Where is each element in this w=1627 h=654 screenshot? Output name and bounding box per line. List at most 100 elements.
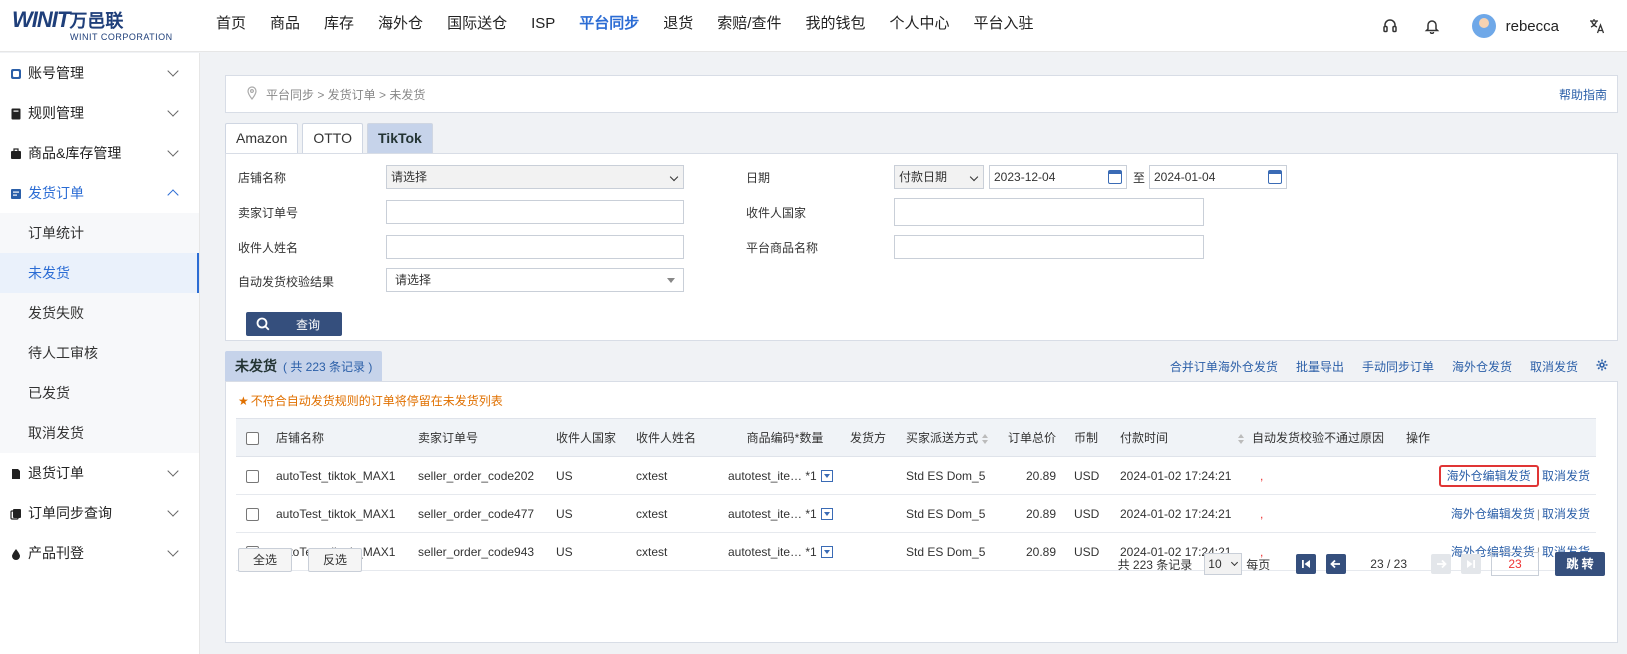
select-all-checkbox[interactable] [246, 431, 259, 445]
cell-reason: , [1248, 494, 1403, 533]
warehouse-ship-button[interactable]: 海外仓发货 [1452, 358, 1512, 375]
cell-country: US [552, 494, 632, 533]
first-page-button[interactable] [1296, 554, 1317, 574]
sidebar-group-label: 退货订单 [28, 465, 84, 481]
nav-profile[interactable]: 个人中心 [877, 0, 961, 52]
cancel-row-button[interactable]: 取消发货 [1542, 507, 1590, 521]
sidebar-group-label: 账号管理 [28, 65, 84, 81]
chevron-down-icon [1231, 558, 1239, 567]
cell-name: cxtest [632, 532, 724, 571]
cell-total: 20.89 [1004, 494, 1070, 533]
sidebar-group-rules[interactable]: 规则管理 [0, 93, 199, 133]
nav-platform-join[interactable]: 平台入驻 [962, 0, 1046, 52]
nav-wallet[interactable]: 我的钱包 [793, 0, 877, 52]
sidebar-item-ship-failed[interactable]: 发货失败 [0, 293, 199, 333]
invert-selection-button[interactable]: 反选 [308, 548, 362, 572]
nav-inventory[interactable]: 库存 [312, 0, 366, 52]
manual-sync-button[interactable]: 手动同步订单 [1362, 358, 1434, 375]
calendar-icon[interactable] [1268, 170, 1282, 184]
sort-icon[interactable] [1238, 433, 1245, 444]
cell-shipper [846, 456, 902, 495]
sort-icon[interactable] [982, 433, 989, 444]
tab-tiktok[interactable]: TikTok [367, 123, 433, 153]
nav-products[interactable]: 商品 [258, 0, 312, 52]
separator: | [1536, 507, 1540, 521]
expand-icon[interactable] [820, 508, 833, 521]
date-from-input[interactable]: 2023-12-04 [989, 165, 1127, 189]
tab-otto[interactable]: OTTO [302, 123, 363, 153]
chevron-down-icon [167, 145, 179, 157]
col-operations: 操作 [1402, 418, 1596, 457]
nav-home[interactable]: 首页 [204, 0, 258, 52]
page-jump-input[interactable]: 23 [1491, 552, 1539, 576]
translate-icon[interactable] [1587, 16, 1607, 36]
account-icon [10, 67, 22, 79]
sidebar-group-order-sync[interactable]: 订单同步查询 [0, 493, 199, 533]
receiver-name-input[interactable] [386, 235, 684, 259]
tab-amazon[interactable]: Amazon [225, 123, 299, 153]
bell-icon[interactable] [1422, 16, 1442, 36]
country-input[interactable] [894, 198, 1204, 226]
logo-text: WINIT [12, 7, 70, 32]
date-to-input[interactable]: 2024-01-04 [1149, 165, 1287, 189]
col-sku-qty: 商品编码*数量 [724, 418, 846, 457]
headset-icon[interactable] [1380, 16, 1400, 36]
edit-ship-button[interactable]: 海外仓编辑发货 [1451, 507, 1535, 521]
sidebar-item-order-stats[interactable]: 订单统计 [0, 213, 199, 253]
platform-product-input[interactable] [894, 235, 1204, 259]
edit-ship-button[interactable]: 海外仓编辑发货 [1438, 465, 1539, 487]
sidebar-item-unshipped[interactable]: 未发货 [0, 253, 199, 293]
gear-icon[interactable] [1596, 359, 1608, 374]
col-receiver-name: 收件人姓名 [632, 418, 724, 457]
last-page-button[interactable] [1461, 554, 1481, 574]
expand-icon[interactable] [820, 546, 833, 559]
search-button[interactable]: 查询 [246, 312, 342, 336]
cancel-row-button[interactable]: 取消发货 [1542, 469, 1590, 483]
help-link[interactable]: 帮助指南 [1559, 86, 1607, 103]
merge-ship-button[interactable]: 合并订单海外仓发货 [1170, 358, 1278, 375]
list-header: 未发货 ( 共 223 条记录 ) 合并订单海外仓发货 批量导出 手动同步订单 海… [225, 351, 1618, 381]
next-page-button[interactable] [1431, 554, 1451, 574]
nav-platform-sync[interactable]: 平台同步 [567, 0, 651, 52]
col-shipper: 发货方 [846, 418, 902, 457]
jump-button[interactable]: 跳 转 [1555, 552, 1605, 576]
sidebar-item-shipped[interactable]: 已发货 [0, 373, 199, 413]
batch-export-button[interactable]: 批量导出 [1296, 358, 1344, 375]
chevron-down-icon [969, 172, 979, 182]
date-type-select[interactable]: 付款日期 [894, 165, 984, 189]
row-checkbox[interactable] [246, 469, 259, 483]
col-paid-time[interactable]: 付款时间 [1106, 418, 1249, 457]
nav-intl-delivery[interactable]: 国际送仓 [435, 0, 519, 52]
sidebar-item-cancelled[interactable]: 取消发货 [0, 413, 199, 453]
page-size-select[interactable]: 10 [1204, 553, 1243, 575]
nav-returns[interactable]: 退货 [651, 0, 705, 52]
cell-currency: USD [1070, 456, 1106, 495]
seller-order-input[interactable] [386, 200, 684, 224]
prev-page-button[interactable] [1326, 554, 1347, 574]
select-all-button[interactable]: 全选 [238, 548, 292, 572]
list-title: 未发货 ( 共 223 条记录 ) [225, 351, 383, 381]
calendar-icon[interactable] [1108, 170, 1122, 184]
logo[interactable]: WINIT万邑联 WINIT CORPORATION [0, 0, 190, 52]
nav-overseas-warehouse[interactable]: 海外仓 [366, 0, 435, 52]
order-table: 店铺名称 卖家订单号 收件人国家 收件人姓名 商品编码*数量 发货方 买家派送方… [236, 418, 1596, 571]
auto-check-select[interactable]: 请选择 [386, 268, 684, 292]
expand-icon[interactable] [820, 470, 833, 483]
sidebar-group-products[interactable]: 商品&库存管理 [0, 133, 199, 173]
col-shipping-method[interactable]: 买家派送方式 [902, 418, 1004, 457]
nav-claims[interactable]: 索赔/查件 [705, 0, 793, 52]
sku-text: autotest_ite… [728, 506, 803, 521]
sidebar-group-orders[interactable]: 发货订单 [0, 173, 199, 213]
nav-isp[interactable]: ISP [519, 0, 567, 52]
sidebar-group-listing[interactable]: 产品刊登 [0, 533, 199, 573]
sidebar-group-return-orders[interactable]: 退货订单 [0, 453, 199, 493]
sidebar-group-label: 订单同步查询 [28, 505, 112, 521]
col-country: 收件人国家 [552, 418, 632, 457]
store-select[interactable]: 请选择 [386, 165, 684, 189]
cancel-ship-button[interactable]: 取消发货 [1530, 358, 1578, 375]
sidebar-group-account[interactable]: 账号管理 [0, 53, 199, 93]
sidebar-item-manual-review[interactable]: 待人工审核 [0, 333, 199, 373]
username[interactable]: rebecca [1506, 18, 1559, 35]
row-checkbox[interactable] [246, 507, 259, 521]
avatar[interactable] [1471, 14, 1496, 38]
